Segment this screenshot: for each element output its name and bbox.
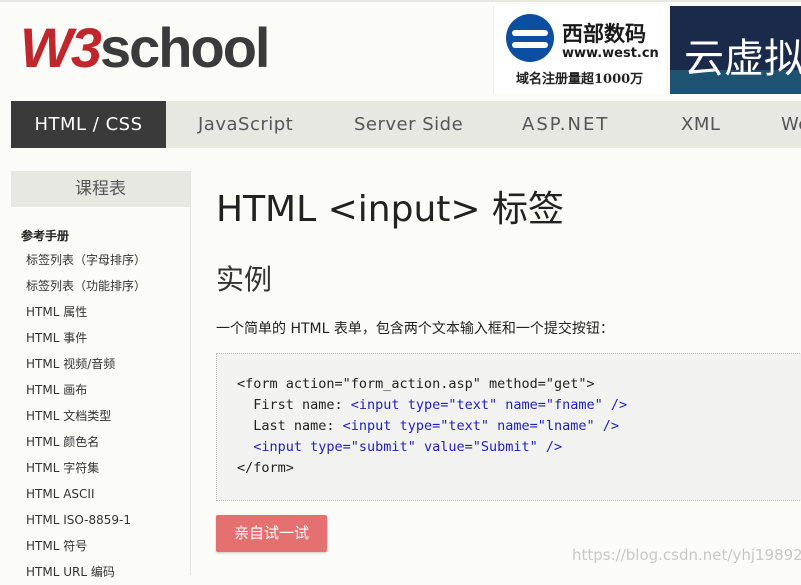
w3school-logo[interactable]: W3school xyxy=(20,16,270,79)
code-example: <form action="form_action.asp" method="g… xyxy=(216,353,801,501)
sidebar-item-iso-8859-1[interactable]: HTML ISO-8859-1 xyxy=(11,507,190,533)
example-heading: 实例 xyxy=(216,263,273,296)
cloud-host-ad-banner[interactable]: 云虚拟 xyxy=(670,6,801,94)
try-it-button[interactable]: 亲自试一试 xyxy=(216,515,327,552)
sidebar: 课程表 参考手册 标签列表（字母排序） 标签列表（功能排序） HTML 属性 H… xyxy=(11,171,191,579)
sidebar-section-title: 参考手册 xyxy=(21,229,70,243)
sidebar-item-doctype[interactable]: HTML 文档类型 xyxy=(11,403,190,429)
logo-school: school xyxy=(100,16,270,79)
example-description: 一个简单的 HTML 表单，包含两个文本输入框和一个提交按钮： xyxy=(216,321,614,337)
page-title: HTML <input> 标签 xyxy=(216,189,564,230)
code-input-fname: <input type="text" name="fname" /> xyxy=(350,397,628,413)
sidebar-item-events[interactable]: HTML 事件 xyxy=(11,325,190,351)
nav-item-web[interactable]: We xyxy=(781,101,801,148)
nav-item-server-side[interactable]: Server Side xyxy=(354,101,463,148)
logo-w3: W3 xyxy=(20,16,102,79)
code-line-form-close: </form> xyxy=(237,460,294,476)
csdn-watermark: https://blog.csdn.net/yhj198927 xyxy=(572,546,801,564)
nav-item-javascript[interactable]: JavaScript xyxy=(198,101,293,148)
code-input-lname: <input type="text" name="lname" /> xyxy=(342,418,620,434)
nav-item-xml[interactable]: XML xyxy=(681,101,720,148)
sidebar-list: 标签列表（字母排序） 标签列表（功能排序） HTML 属性 HTML 事件 HT… xyxy=(11,247,190,585)
sidebar-item-url-encode[interactable]: HTML URL 编码 xyxy=(11,559,190,585)
sidebar-item-color-names[interactable]: HTML 颜色名 xyxy=(11,429,190,455)
sidebar-item-canvas[interactable]: HTML 画布 xyxy=(11,377,190,403)
sidebar-item-video-audio[interactable]: HTML 视频/音频 xyxy=(11,351,190,377)
ad-text: 云虚拟 xyxy=(684,36,801,82)
ad-url: www.west.cn xyxy=(562,46,659,61)
code-line-form-open: <form action="form_action.asp" method="g… xyxy=(237,376,595,392)
top-border xyxy=(0,0,801,2)
sidebar-item-tags-alpha[interactable]: 标签列表（字母排序） xyxy=(11,247,190,273)
code-label-first: First name: xyxy=(237,397,351,413)
nav-item-html-css[interactable]: HTML / CSS xyxy=(11,101,166,148)
top-nav: HTML / CSS JavaScript Server Side ASP.NE… xyxy=(11,101,801,148)
sidebar-item-charset[interactable]: HTML 字符集 xyxy=(11,455,190,481)
code-label-last: Last name: xyxy=(237,418,343,434)
sidebar-item-symbols[interactable]: HTML 符号 xyxy=(11,533,190,559)
west-cn-ad-banner[interactable]: 西部数码 www.west.cn 域名注册量超1000万 xyxy=(493,6,666,94)
sidebar-item-tags-function[interactable]: 标签列表（功能排序） xyxy=(11,273,190,299)
ad-tagline: 域名注册量超1000万 xyxy=(516,72,644,87)
west-cn-logo-icon xyxy=(506,14,554,62)
sidebar-item-attributes[interactable]: HTML 属性 xyxy=(11,299,190,325)
ad-title: 西部数码 xyxy=(562,22,646,46)
sidebar-item-ascii[interactable]: HTML ASCII xyxy=(11,481,190,507)
nav-item-aspnet[interactable]: ASP.NET xyxy=(522,101,609,148)
sidebar-header: 课程表 xyxy=(11,171,190,207)
code-block: <form action="form_action.asp" method="g… xyxy=(217,354,801,479)
code-input-submit: <input type="submit" value="Submit" /> xyxy=(253,439,563,455)
